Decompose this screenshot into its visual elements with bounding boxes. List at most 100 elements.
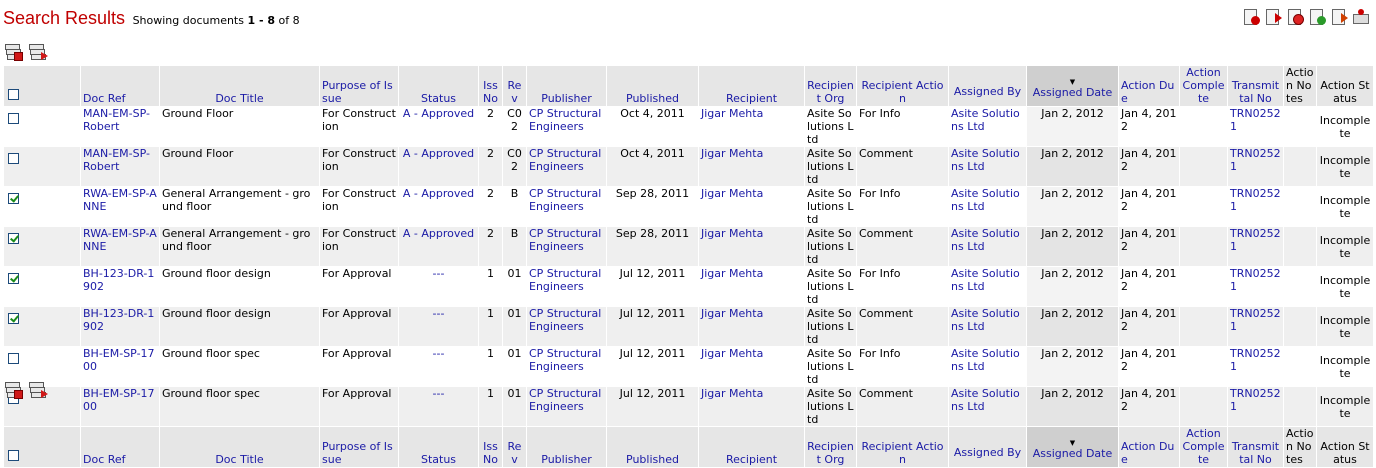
select-actions-icon[interactable] <box>4 41 24 61</box>
col-iss-no[interactable]: Iss No <box>478 65 503 107</box>
doc-title: Ground floor design <box>159 306 320 347</box>
transmittal-link[interactable]: TRN02521 <box>1227 186 1284 227</box>
col-doc-title-footer[interactable]: Doc Title <box>159 426 320 468</box>
col-assigned-date[interactable]: ▼ Assigned Date <box>1026 65 1119 107</box>
transmittal-link[interactable]: TRN02521 <box>1227 266 1284 307</box>
col-transmittal-no-footer[interactable]: Transmittal No <box>1227 426 1284 468</box>
col-rev-footer[interactable]: Rev <box>502 426 527 468</box>
recipient-link[interactable]: Jigar Mehta <box>698 226 805 267</box>
print-icon[interactable] <box>1352 8 1370 26</box>
published-date: Oct 4, 2011 <box>606 146 699 187</box>
col-action-due-footer[interactable]: Action Due <box>1118 426 1180 468</box>
publisher-link[interactable]: CP Structural Engineers <box>526 186 607 227</box>
col-transmittal-no[interactable]: Transmittal No <box>1227 65 1284 107</box>
recipient-link[interactable]: Jigar Mehta <box>698 346 805 387</box>
publisher-link[interactable]: CP Structural Engineers <box>526 306 607 347</box>
recipient-link[interactable]: Jigar Mehta <box>698 266 805 307</box>
row-checkbox[interactable] <box>8 153 19 164</box>
export-icon[interactable] <box>1264 8 1282 26</box>
col-assigned-by-footer[interactable]: Assigned By <box>948 426 1027 468</box>
status-link[interactable]: --- <box>398 266 479 307</box>
col-publisher[interactable]: Publisher <box>526 65 607 107</box>
doc-ref-link[interactable]: RWA-EM-SP-ANNE <box>80 186 160 227</box>
col-recipient-action-footer[interactable]: Recipient Action <box>856 426 949 468</box>
assigned-by-link[interactable]: Asite Solutions Ltd <box>948 266 1027 307</box>
status-link[interactable]: A - Approved <box>398 186 479 227</box>
col-recipient-action[interactable]: Recipient Action <box>856 65 949 107</box>
assigned-by-link[interactable]: Asite Solutions Ltd <box>948 106 1027 147</box>
doc-ref-link[interactable]: RWA-EM-SP-ANNE <box>80 226 160 267</box>
transmittal-link[interactable]: TRN02521 <box>1227 106 1284 147</box>
transmittal-link[interactable]: TRN02521 <box>1227 346 1284 387</box>
transmittal-link[interactable]: TRN02521 <box>1227 306 1284 347</box>
col-publisher-footer[interactable]: Publisher <box>526 426 607 468</box>
col-assigned-by[interactable]: Assigned By <box>948 65 1027 107</box>
status-link[interactable]: A - Approved <box>398 146 479 187</box>
col-rev[interactable]: Rev <box>502 65 527 107</box>
col-action-complete[interactable]: Action Complete <box>1179 65 1228 107</box>
col-recipient-org[interactable]: Recipient Org <box>804 65 857 107</box>
col-status[interactable]: Status <box>398 65 479 107</box>
publisher-link[interactable]: CP Structural Engineers <box>526 106 607 147</box>
col-recipient-footer[interactable]: Recipient <box>698 426 805 468</box>
col-status-footer[interactable]: Status <box>398 426 479 468</box>
doc-ref-link[interactable]: BH-EM-SP-1700 <box>80 346 160 387</box>
remove-icon[interactable] <box>1242 8 1260 26</box>
recipient-link[interactable]: Jigar Mehta <box>698 186 805 227</box>
assigned-by-link[interactable]: Asite Solutions Ltd <box>948 346 1027 387</box>
transmittal-link[interactable]: TRN02521 <box>1227 226 1284 267</box>
stop-icon[interactable] <box>1286 8 1304 26</box>
select-all-checkbox[interactable] <box>8 89 19 100</box>
table-header-row: Doc Ref Doc Title Purpose of Issue Statu… <box>3 65 1374 107</box>
col-recipient-org-footer[interactable]: Recipient Org <box>804 426 857 468</box>
col-action-complete-footer[interactable]: Action Complete <box>1179 426 1228 468</box>
col-purpose-footer[interactable]: Purpose of Issue <box>319 426 399 468</box>
download-icon[interactable] <box>1330 8 1348 26</box>
status-link[interactable]: --- <box>398 346 479 387</box>
publisher-link[interactable]: CP Structural Engineers <box>526 226 607 267</box>
doc-ref-link[interactable]: BH-123-DR-1902 <box>80 306 160 347</box>
iss-no: 2 <box>478 146 503 187</box>
recipient-link[interactable]: Jigar Mehta <box>698 106 805 147</box>
row-checkbox[interactable] <box>8 193 19 204</box>
sort-desc-icon: ▼ <box>1069 439 1076 447</box>
col-doc-ref-footer[interactable]: Doc Ref <box>80 426 160 468</box>
publisher-link[interactable]: CP Structural Engineers <box>526 146 607 187</box>
assigned-by-link[interactable]: Asite Solutions Ltd <box>948 306 1027 347</box>
select-actions-icon[interactable] <box>4 379 24 399</box>
refresh-icon[interactable] <box>1308 8 1326 26</box>
col-published-footer[interactable]: Published <box>606 426 699 468</box>
export-list-icon[interactable] <box>28 41 48 61</box>
publisher-link[interactable]: CP Structural Engineers <box>526 346 607 387</box>
recipient-link[interactable]: Jigar Mehta <box>698 146 805 187</box>
action-notes <box>1283 226 1317 267</box>
doc-ref-link[interactable]: MAN-EM-SP-Robert <box>80 106 160 147</box>
doc-ref-link[interactable]: BH-123-DR-1902 <box>80 266 160 307</box>
assigned-by-link[interactable]: Asite Solutions Ltd <box>948 186 1027 227</box>
row-checkbox[interactable] <box>8 273 19 284</box>
col-doc-ref[interactable]: Doc Ref <box>80 65 160 107</box>
col-doc-title[interactable]: Doc Title <box>159 65 320 107</box>
recipient-link[interactable]: Jigar Mehta <box>698 306 805 347</box>
publisher-link[interactable]: CP Structural Engineers <box>526 266 607 307</box>
status-link[interactable]: A - Approved <box>398 106 479 147</box>
row-checkbox[interactable] <box>8 113 19 124</box>
recipient-org: Asite Solutions Ltd <box>804 266 857 307</box>
col-action-due[interactable]: Action Due <box>1118 65 1180 107</box>
doc-ref-link[interactable]: MAN-EM-SP-Robert <box>80 146 160 187</box>
col-published[interactable]: Published <box>606 65 699 107</box>
assigned-by-link[interactable]: Asite Solutions Ltd <box>948 226 1027 267</box>
col-assigned-date-footer[interactable]: ▼ Assigned Date <box>1026 426 1119 468</box>
row-checkbox[interactable] <box>8 313 19 324</box>
col-purpose[interactable]: Purpose of Issue <box>319 65 399 107</box>
col-iss-no-footer[interactable]: Iss No <box>478 426 503 468</box>
row-checkbox[interactable] <box>8 353 19 364</box>
col-recipient[interactable]: Recipient <box>698 65 805 107</box>
row-checkbox[interactable] <box>8 233 19 244</box>
assigned-by-link[interactable]: Asite Solutions Ltd <box>948 146 1027 187</box>
transmittal-link[interactable]: TRN02521 <box>1227 146 1284 187</box>
status-link[interactable]: --- <box>398 306 479 347</box>
select-all-checkbox-bottom[interactable] <box>8 450 19 461</box>
status-link[interactable]: A - Approved <box>398 226 479 267</box>
export-list-icon[interactable] <box>28 379 48 399</box>
